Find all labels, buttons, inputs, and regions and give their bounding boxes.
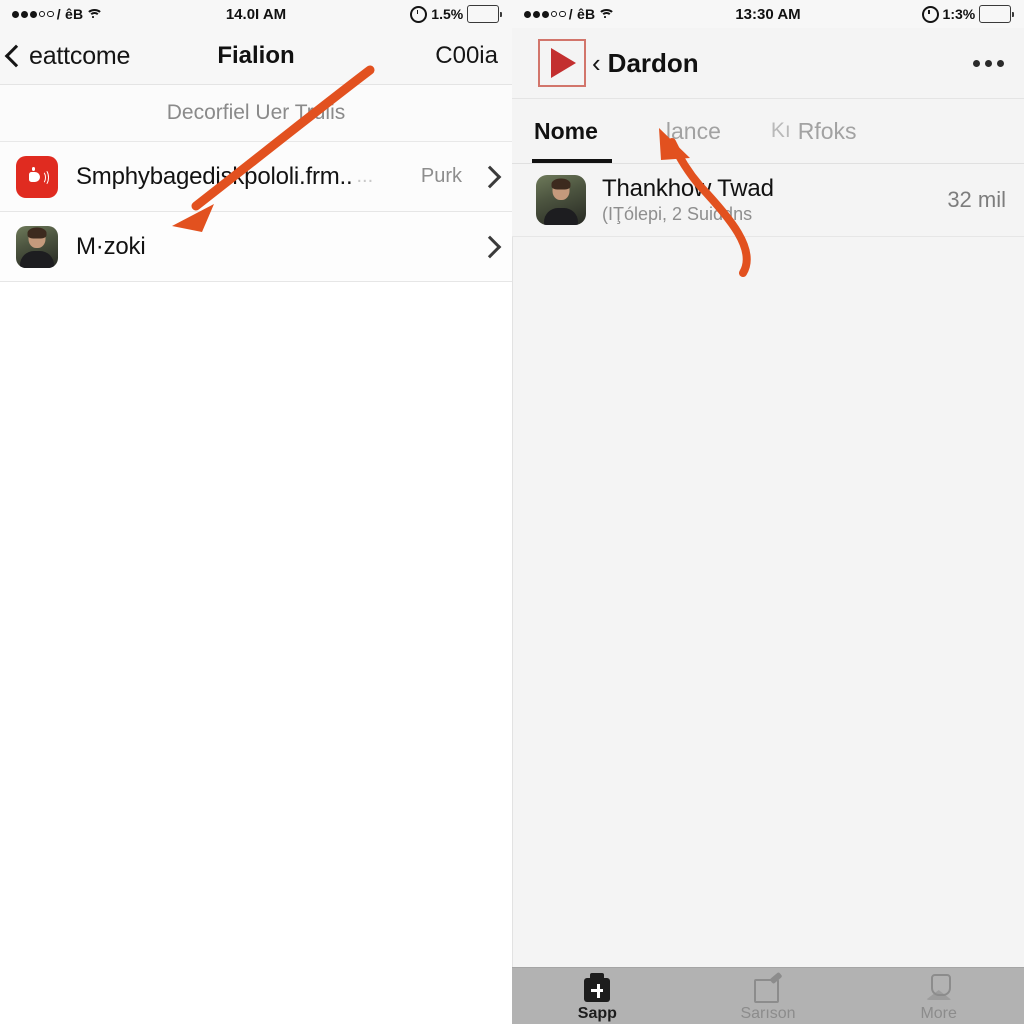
tab-rfoks[interactable]: Kı Rfoks [731,99,867,163]
shield-person-icon [923,973,955,1003]
tabbar-label: Sapp [577,1005,617,1022]
list-item-row-1[interactable]: Smphybagediskpololi.frm.. ... Purk [0,142,512,212]
tabbar-item-sapp[interactable]: Sapp [512,968,683,1023]
result-value: 32 mil [947,187,1006,212]
tabbar-label: More [920,1005,957,1022]
case-plus-icon [581,973,613,1003]
user-avatar [16,225,58,268]
right-status-bar: / êB 13:30 AM 1:3% [512,0,1024,28]
right-phone-screen: / êB 13:30 AM 1:3% ‹ Dardon Nome lance K… [512,0,1024,1024]
tab-label: Rfoks [797,117,857,144]
note-pen-icon [752,971,784,1003]
screenshot-root: / êB 14.0I AM 1.5% eattcome Fialion C00i… [0,0,1024,1024]
result-subtitle: (IŢólepi, 2 Suiddns [602,204,753,224]
list-item-title: M·zoki [76,232,146,260]
list-item-title-overflow: ... [356,165,374,187]
speaker-broadcast-icon [16,155,58,198]
tab-nome[interactable]: Nome [512,99,626,163]
battery-icon [979,5,1014,23]
alarm-clock-icon [921,5,939,23]
left-nav-bar: eattcome Fialion C00ia [0,28,512,85]
alarm-clock-icon [410,5,428,23]
bottom-tab-bar: Sapp Sarıson More [512,967,1024,1024]
result-title: Thankhow Twad [602,175,774,202]
left-phone-screen: / êB 14.0I AM 1.5% eattcome Fialion C00i… [0,0,512,1024]
more-horizontal-icon[interactable] [973,59,1004,67]
tabbar-label: Sarıson [740,1005,796,1022]
battery-percent-label: 1.5% [431,6,464,22]
tab-label: lance [665,117,721,144]
tab-lance[interactable]: lance [626,99,731,163]
list-item-title: Smphybagediskpololi.frm.. [76,162,353,190]
play-button-icon[interactable] [538,39,586,87]
left-status-bar: / êB 14.0I AM 1.5% [0,0,512,28]
result-row[interactable]: Thankhow Twad (IŢólepi, 2 Suiddns 32 mil [512,164,1024,237]
status-bar-right: 1:3% [921,5,1014,23]
tab-glyph: Kı [770,119,791,142]
right-nav-bar: ‹ Dardon [512,28,1024,99]
battery-percent-label: 1:3% [942,6,976,22]
status-bar-right: 1.5% [410,5,502,23]
user-avatar [536,175,586,225]
list-item-meta: Purk [420,165,462,187]
section-header: Decorfiel Uer Truiis [0,85,512,142]
tab-bar: Nome lance Kı Rfoks [512,99,1024,164]
battery-icon [467,5,502,23]
tab-label: Nome [534,117,598,144]
chevron-right-icon [478,165,502,188]
page-title: Dardon [607,47,699,78]
nav-right-action[interactable]: C00ia [435,42,498,70]
chevron-left-icon[interactable]: ‹ [592,48,601,79]
tabbar-item-more[interactable]: More [853,968,1024,1023]
tabbar-item-sarison[interactable]: Sarıson [683,968,854,1023]
list-item-row-2[interactable]: M·zoki [0,212,512,282]
chevron-right-icon [478,235,502,258]
